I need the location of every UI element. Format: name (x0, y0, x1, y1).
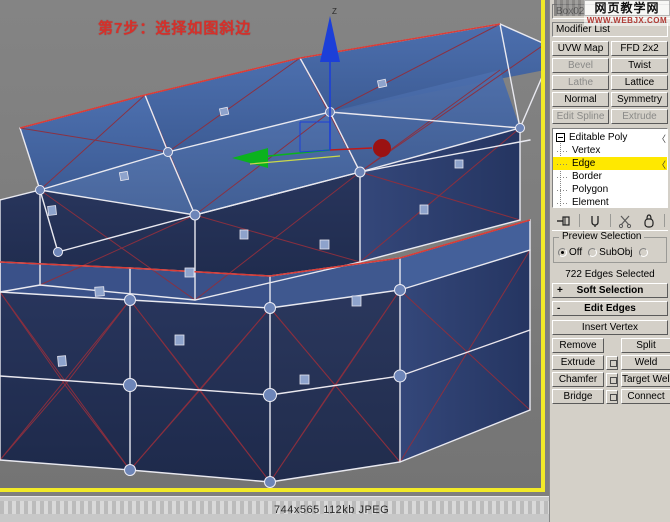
stack-toolbar[interactable] (552, 211, 668, 231)
viewport-canvas[interactable]: Z 第7步：选择如图斜边 (0, 0, 545, 492)
viewport-active-border-right (541, 0, 545, 492)
weld-button[interactable]: Weld (621, 355, 670, 370)
chamfer-settings-button[interactable] (606, 372, 618, 387)
collapse-icon: - (557, 303, 561, 314)
rollout-soft-selection[interactable]: + Soft Selection (552, 283, 668, 298)
split-button[interactable]: Split (621, 338, 670, 353)
radio-label-subobj: SubObj (599, 247, 633, 258)
radio-subobj[interactable] (588, 248, 598, 257)
tree-indent: ···· (556, 158, 568, 169)
rollout-label: Edit Edges (584, 303, 636, 314)
remove-button[interactable]: Remove (552, 338, 604, 353)
modifier-button-ffd-2x2[interactable]: FFD 2x2 (611, 41, 668, 56)
tree-indent: ···· (556, 145, 568, 156)
modifier-button-lattice[interactable]: Lattice (611, 75, 668, 90)
modifier-button-symmetry[interactable]: Symmetry (611, 92, 668, 107)
stack-subitem-border[interactable]: ···· Border (553, 170, 667, 183)
modifier-button-normal[interactable]: Normal (552, 92, 609, 107)
tree-indent: ···· (556, 184, 568, 195)
transform-gizmo[interactable]: Z (0, 0, 545, 492)
remove-modifier-icon[interactable] (641, 213, 657, 229)
radio-off[interactable] (558, 248, 567, 257)
selection-count-label: 722 Edges Selected (565, 269, 655, 280)
viewport-active-border-bottom (0, 488, 545, 492)
radio-label-off: Off (569, 247, 583, 258)
extrude-button[interactable]: Extrude (552, 355, 604, 370)
modifier-button-edit-spline[interactable]: Edit Spline (552, 109, 609, 124)
gizmo-y-axis (329, 139, 391, 157)
bridge-settings-button[interactable] (606, 389, 618, 404)
stack-subitem-label: Edge (572, 157, 596, 169)
connect-button[interactable]: Connect (621, 389, 670, 404)
make-unique-icon[interactable] (618, 213, 634, 229)
show-end-result-icon[interactable] (587, 213, 603, 229)
expand-icon: + (557, 285, 563, 296)
modifier-button-bevel[interactable]: Bevel (552, 58, 609, 73)
stack-subitem-element[interactable]: ···· Element (553, 196, 667, 208)
modifier-button-extrude[interactable]: Extrude (611, 109, 668, 124)
bridge-button[interactable]: Bridge (552, 389, 604, 404)
modifier-stack[interactable]: Editable Poly 〈 ···· Vertex ···· Edge 〈 … (552, 128, 668, 208)
target-weld-button[interactable]: Target Weld (621, 372, 670, 387)
modifier-button-twist[interactable]: Twist (611, 58, 668, 73)
rollout-edit-edges[interactable]: - Edit Edges (552, 301, 668, 316)
gizmo-plane-handles (299, 121, 331, 153)
stack-item-editable-poly[interactable]: Editable Poly 〈 (553, 131, 667, 144)
object-name-input[interactable] (552, 4, 670, 19)
stack-subitem-label: Border (572, 170, 603, 182)
stack-subitem-label: Element (572, 196, 609, 208)
stack-item-label: Editable Poly (569, 131, 628, 143)
chamfer-button[interactable]: Chamfer (552, 372, 604, 387)
modifier-button-grid[interactable]: UVW Map FFD 2x2 Bevel Twist Lathe Lattic… (552, 41, 668, 124)
tutorial-annotation: 第7步：选择如图斜边 (98, 20, 252, 37)
stack-subitem-label: Vertex (572, 144, 601, 156)
app-root: Z 第7步：选择如图斜边 744x565 112kb JPEG Box02 Mo… (0, 0, 670, 522)
edit-edges-button-grid[interactable]: Remove Split Extrude Weld Chamfer Target… (552, 338, 670, 404)
toolbar-divider (609, 214, 611, 227)
tree-indent: ···· (556, 197, 568, 208)
preview-selection-options[interactable]: Off SubObj (558, 247, 662, 258)
image-info-text: 744x565 112kb JPEG (274, 504, 390, 516)
rollout-label: Soft Selection (576, 285, 644, 296)
modifier-button-lathe[interactable]: Lathe (552, 75, 609, 90)
insert-vertex-button[interactable]: Insert Vertex (552, 320, 668, 335)
stack-subitem-label: Polygon (572, 183, 609, 195)
collapse-icon[interactable] (556, 133, 565, 142)
pin-stack-icon[interactable] (556, 213, 572, 229)
svg-text:Z: Z (332, 7, 337, 16)
tree-indent: ···· (556, 171, 568, 182)
modifier-button-uvw-map[interactable]: UVW Map (552, 41, 609, 56)
preview-selection-group: Preview Selection Off SubObj (553, 232, 667, 263)
stack-subitem-vertex[interactable]: ···· Vertex (553, 144, 667, 157)
stack-subitem-edge[interactable]: ···· Edge 〈 (553, 157, 667, 170)
extrude-settings-button[interactable] (606, 355, 618, 370)
modifier-list-dropdown[interactable]: Modifier List (552, 22, 668, 37)
radio-multi[interactable] (638, 248, 648, 257)
command-panel[interactable]: Modifier List UVW Map FFD 2x2 Bevel Twis… (549, 0, 670, 522)
stack-subitem-polygon[interactable]: ···· Polygon (553, 183, 667, 196)
toolbar-divider (578, 214, 580, 227)
object-name-row[interactable] (552, 4, 670, 19)
preview-selection-title: Preview Selection (559, 232, 645, 242)
image-viewer-statusbar: 744x565 112kb JPEG (0, 496, 549, 522)
viewport[interactable]: Z 第7步：选择如图斜边 (0, 0, 545, 492)
toolbar-divider (663, 214, 665, 227)
